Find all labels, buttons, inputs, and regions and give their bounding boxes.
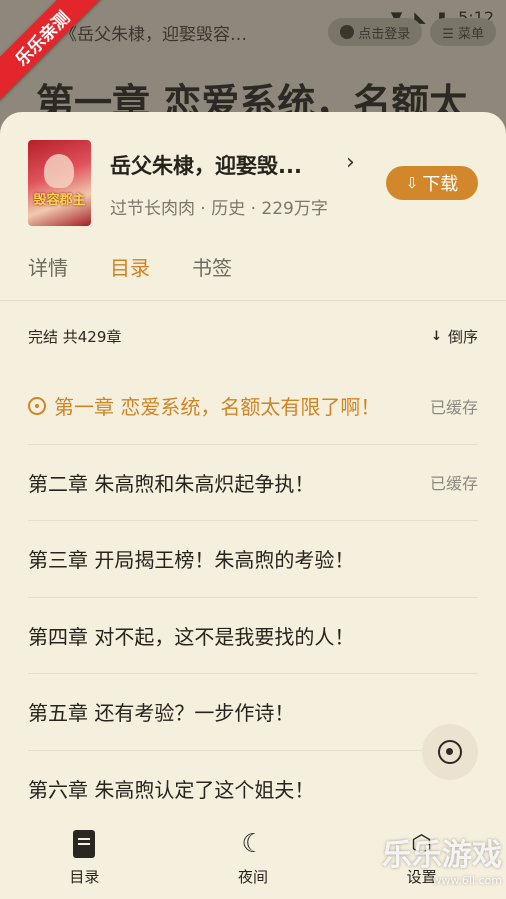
- sort-arrow-icon: ↓: [431, 328, 442, 344]
- list-header: 完结 共429章 ↓ 倒序: [28, 324, 478, 348]
- book-header[interactable]: 毁容郡主 岳父朱棣，迎娶毁... › 过节长肉肉 · 历史 · 229万字 ⇩ …: [28, 140, 478, 228]
- locate-current-button[interactable]: [422, 724, 478, 780]
- reader-top-row: 《岳父朱棣，迎娶毁容… 点击登录 ☰ 菜单: [60, 16, 496, 48]
- sort-button[interactable]: ↓ 倒序: [431, 326, 478, 347]
- tab-divider: [0, 300, 506, 301]
- watermark-url: www.6ll.com: [432, 874, 502, 887]
- chapter-title: 第一章 恋爱系统，名额太有限了啊！: [54, 395, 381, 420]
- cover-figure: [44, 154, 74, 188]
- download-icon: ⇩: [405, 174, 419, 192]
- chapter-title: 第二章 朱高煦和朱高炽起争执！: [28, 471, 315, 496]
- cover-title: 毁容郡主: [33, 193, 86, 208]
- menu-label: ☰ 菜单: [442, 26, 484, 42]
- tab-bar: 详情 目录 书签: [28, 252, 232, 281]
- reader-book-title: 《岳父朱棣，迎娶毁容…: [60, 24, 247, 45]
- site-watermark: 乐乐游戏 www.6ll.com: [382, 830, 502, 887]
- completion-status: 完结 共429章: [28, 327, 122, 346]
- book-title: 岳父朱棣，迎娶毁...: [110, 154, 302, 178]
- cached-label: 已缓存: [429, 397, 478, 417]
- book-cover: 毁容郡主: [28, 140, 91, 226]
- current-chapter-icon: [28, 396, 46, 415]
- sort-label: 倒序: [447, 327, 478, 346]
- catalog-icon: [73, 829, 96, 858]
- nav-night-label: 夜间: [237, 867, 268, 886]
- chapter-row[interactable]: 第四章 对不起，这不是我要找的人！: [28, 598, 478, 674]
- catalog-sheet: 毁容郡主 岳父朱棣，迎娶毁... › 过节长肉肉 · 历史 · 229万字 ⇩ …: [0, 112, 506, 899]
- chapter-row[interactable]: 第五章 还有考验？一步作诗！: [28, 674, 478, 751]
- crosshair-icon: [438, 740, 462, 764]
- download-button[interactable]: ⇩ 下载: [386, 166, 478, 200]
- tab-details[interactable]: 详情: [28, 252, 68, 281]
- login-label: 点击登录: [358, 26, 411, 42]
- login-pill[interactable]: 点击登录: [328, 18, 423, 46]
- watermark-text: 乐乐游戏: [382, 838, 502, 873]
- chapter-row[interactable]: 第六章 朱高煦认定了这个姐夫！: [28, 751, 478, 828]
- user-icon: [340, 25, 355, 39]
- tab-bookmarks[interactable]: 书签: [192, 252, 232, 281]
- moon-icon: ☾: [241, 828, 265, 859]
- chapter-title: 第六章 朱高煦认定了这个姐夫！: [28, 778, 315, 803]
- chapter-row[interactable]: 第三章 开局揭王榜！朱高煦的考验！: [28, 521, 478, 598]
- book-meta: 过节长肉肉 · 历史 · 229万字: [110, 199, 328, 219]
- nav-night[interactable]: ☾ 夜间: [203, 830, 303, 887]
- chapter-list: 第一章 恋爱系统，名额太有限了啊！ 已缓存 第二章 朱高煦和朱高炽起争执！ 已缓…: [28, 368, 478, 827]
- nav-catalog-label: 目录: [69, 867, 100, 886]
- chapter-row[interactable]: 第二章 朱高煦和朱高炽起争执！ 已缓存: [28, 445, 478, 521]
- chapter-title: 第五章 还有考验？一步作诗！: [28, 701, 295, 726]
- chapter-title: 第三章 开局揭王榜！朱高煦的考验！: [28, 548, 355, 573]
- chapter-row[interactable]: 第一章 恋爱系统，名额太有限了啊！ 已缓存: [28, 368, 478, 445]
- menu-pill[interactable]: ☰ 菜单: [430, 18, 496, 46]
- nav-catalog[interactable]: 目录: [34, 829, 134, 887]
- tab-catalog[interactable]: 目录: [110, 252, 150, 281]
- chevron-right-icon[interactable]: ›: [346, 150, 355, 175]
- chapter-title: 第四章 对不起，这不是我要找的人！: [28, 624, 355, 649]
- download-label: 下载: [422, 174, 459, 195]
- cached-label: 已缓存: [429, 474, 478, 494]
